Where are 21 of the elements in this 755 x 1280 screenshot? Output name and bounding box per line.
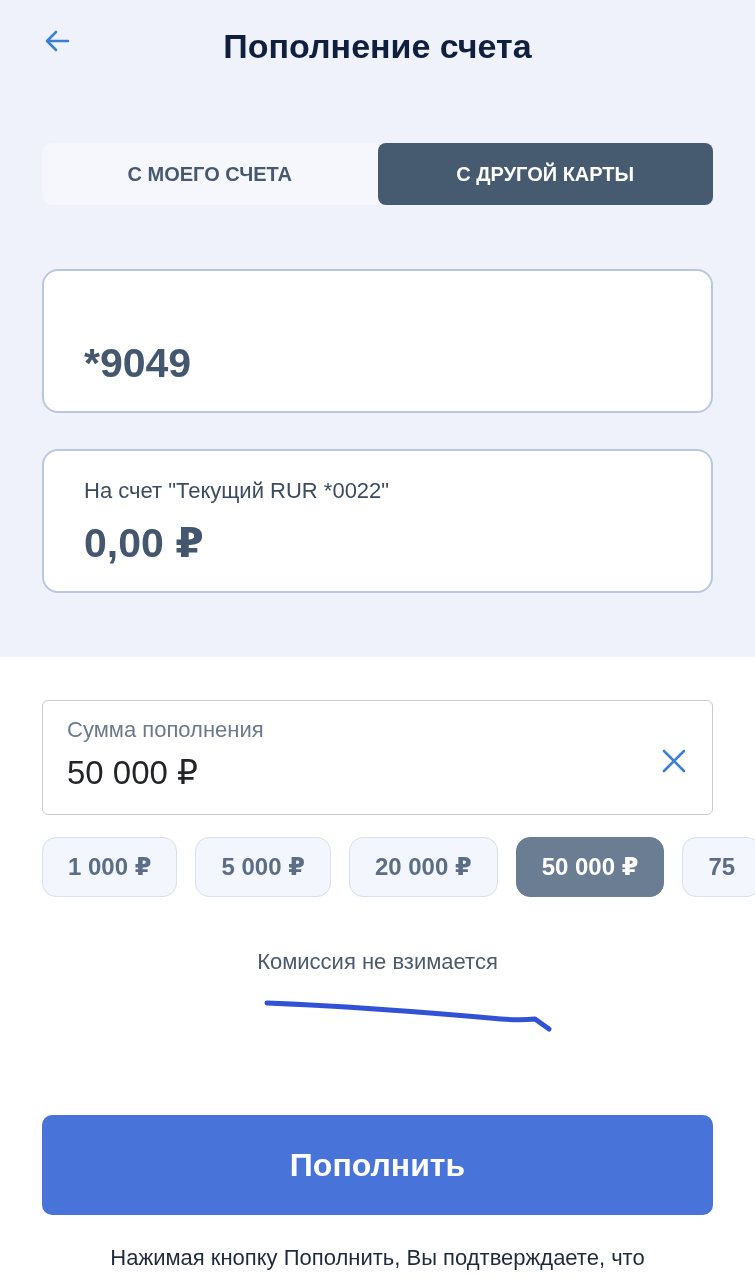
card-select-field[interactable]: *9049 xyxy=(42,269,713,413)
amount-chip[interactable]: 50 000 ₽ xyxy=(515,837,665,897)
amount-input-field[interactable]: Сумма пополнения 50 000 ₽ xyxy=(42,700,713,815)
account-balance: 0,00 ₽ xyxy=(84,519,204,567)
amount-chip[interactable]: 75 xyxy=(682,837,755,897)
amount-chip[interactable]: 20 000 ₽ xyxy=(348,837,498,897)
account-select-field[interactable]: На счет "Текущий RUR *0022" 0,00 ₽ xyxy=(42,449,713,593)
amount-label: Сумма пополнения xyxy=(67,716,264,744)
back-arrow-icon[interactable] xyxy=(44,30,70,52)
card-number: *9049 xyxy=(84,339,192,387)
commission-note: Комиссия не взимается xyxy=(256,948,499,976)
terms-note: Нажимая кнопку Пополнить, Вы подтверждаете, что xyxy=(109,1244,646,1272)
tab[interactable]: С МОЕГО СЧЕТА xyxy=(42,143,378,205)
tab[interactable]: С ДРУГОЙ КАРТЫ xyxy=(377,143,713,205)
account-label: На счет "Текущий RUR *0022" xyxy=(84,477,390,505)
close-icon[interactable] xyxy=(662,749,686,773)
amount-value: 50 000 ₽ xyxy=(67,753,199,793)
submit-button[interactable]: Пополнить xyxy=(42,1115,713,1215)
page-title: Пополнение счета xyxy=(223,26,532,66)
amount-chip[interactable]: 1 000 ₽ xyxy=(42,837,178,897)
amount-chip[interactable]: 5 000 ₽ xyxy=(195,837,331,897)
